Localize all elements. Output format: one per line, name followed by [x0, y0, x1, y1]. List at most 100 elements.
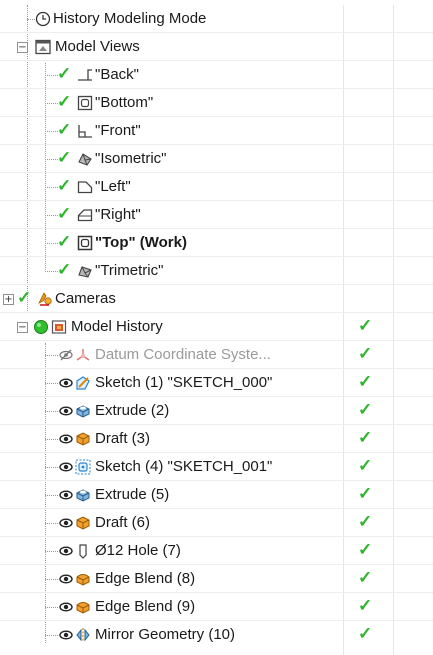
sketch-icon: [75, 375, 91, 391]
tree-label: "Right": [95, 206, 141, 223]
tree-label: Model History: [71, 318, 163, 335]
up-to-date-check-icon: ✓: [358, 400, 373, 419]
tree-row-feature-datum[interactable]: Datum Coordinate Syste... ✓: [0, 341, 433, 369]
draft-icon: [75, 515, 91, 531]
up-to-date-check-icon: ✓: [358, 512, 373, 531]
tree-row-model-history[interactable]: − Model History ✓: [0, 313, 433, 341]
edge-blend-icon: [75, 599, 91, 615]
tree-row-view-right[interactable]: ✓ "Right": [0, 201, 433, 229]
check-icon[interactable]: ✓: [57, 205, 71, 223]
up-to-date-check-icon: ✓: [358, 428, 373, 447]
expand-toggle[interactable]: +: [3, 294, 14, 305]
tree-label: Edge Blend (8): [95, 570, 196, 587]
green-status-icon: [33, 319, 49, 335]
extrude-icon: [75, 487, 91, 503]
tree-label: History Modeling Mode: [53, 10, 207, 27]
tree-connector: [45, 411, 58, 412]
check-icon[interactable]: ✓: [57, 149, 71, 167]
tree-row-feature-draft-6[interactable]: Draft (6) ✓: [0, 509, 433, 537]
up-to-date-check-icon: ✓: [358, 540, 373, 559]
tree-connector: [45, 383, 58, 384]
check-icon[interactable]: ✓: [57, 261, 71, 279]
view-back-icon: [77, 67, 93, 83]
tree-row-feature-draft-3[interactable]: Draft (3) ✓: [0, 425, 433, 453]
eye-icon[interactable]: [59, 627, 73, 643]
tree-label: "Front": [95, 122, 141, 139]
tree-row-feature-edge-blend-8[interactable]: Edge Blend (8) ✓: [0, 565, 433, 593]
tree-row-feature-sketch-1[interactable]: Sketch (1) "SKETCH_000" ✓: [0, 369, 433, 397]
check-icon[interactable]: ✓: [17, 289, 31, 307]
model-views-icon: [35, 39, 51, 55]
tree-row-view-back[interactable]: ✓ "Back": [0, 61, 433, 89]
tree-row-feature-edge-blend-9[interactable]: Edge Blend (9) ✓: [0, 593, 433, 621]
eye-icon[interactable]: [59, 571, 73, 587]
collapse-toggle[interactable]: −: [17, 322, 28, 333]
view-isometric-icon: [77, 151, 93, 167]
edge-blend-icon: [75, 571, 91, 587]
up-to-date-check-icon: ✓: [358, 456, 373, 475]
tree-label: "Trimetric": [95, 262, 164, 279]
tree-row-model-views[interactable]: − Model Views: [0, 33, 433, 61]
tree-row-view-isometric[interactable]: ✓ "Isometric": [0, 145, 433, 173]
tree-connector: [45, 607, 58, 608]
tree-label: Model Views: [55, 38, 140, 55]
tree-connector: [45, 579, 58, 580]
eye-icon[interactable]: [59, 599, 73, 615]
tree-label: Mirror Geometry (10): [95, 626, 236, 643]
up-to-date-check-icon: ✓: [358, 344, 373, 363]
datum-csys-icon: [75, 347, 91, 363]
tree-row-feature-extrude-5[interactable]: Extrude (5) ✓: [0, 481, 433, 509]
tree-row-view-bottom[interactable]: ✓ "Bottom": [0, 89, 433, 117]
tree-row-cameras[interactable]: + ✓ Cameras: [0, 285, 433, 313]
eye-icon[interactable]: [59, 431, 73, 447]
eye-icon[interactable]: [59, 375, 73, 391]
check-icon[interactable]: ✓: [57, 65, 71, 83]
check-icon[interactable]: ✓: [57, 177, 71, 195]
tree-row-history-mode[interactable]: History Modeling Mode: [0, 5, 433, 33]
up-to-date-check-icon: ✓: [358, 316, 373, 335]
hidden-eye-icon[interactable]: [59, 347, 73, 363]
tree-row-view-top[interactable]: ✓ "Top" (Work): [0, 229, 433, 257]
part-navigator-tree: History Modeling Mode − Model Views ✓ "B…: [0, 5, 433, 655]
mirror-geometry-icon: [75, 627, 91, 643]
eye-icon[interactable]: [59, 543, 73, 559]
tree-row-view-trimetric[interactable]: ✓ "Trimetric": [0, 257, 433, 285]
view-right-icon: [77, 207, 93, 223]
eye-icon[interactable]: [59, 403, 73, 419]
tree-row-view-front[interactable]: ✓ "Front": [0, 117, 433, 145]
tree-connector: [45, 355, 58, 356]
camera-icon: [37, 291, 53, 307]
tree-label: Sketch (4) "SKETCH_001": [95, 458, 273, 475]
tree-label: Draft (3): [95, 430, 151, 447]
tree-row-feature-extrude-2[interactable]: Extrude (2) ✓: [0, 397, 433, 425]
tree-connector: [45, 551, 58, 552]
view-top-icon: [77, 235, 93, 251]
tree-label: Datum Coordinate Syste...: [95, 346, 271, 363]
tree-row-feature-hole-7[interactable]: Ø12 Hole (7) ✓: [0, 537, 433, 565]
tree-label: Cameras: [55, 290, 116, 307]
check-icon[interactable]: ✓: [57, 233, 71, 251]
check-icon[interactable]: ✓: [57, 121, 71, 139]
tree-label: Extrude (2): [95, 402, 170, 419]
tree-label: "Left": [95, 178, 131, 195]
eye-icon[interactable]: [59, 487, 73, 503]
tree-row-feature-mirror-10[interactable]: Mirror Geometry (10) ✓: [0, 621, 433, 649]
up-to-date-check-icon: ✓: [358, 372, 373, 391]
tree-label: "Back": [95, 66, 139, 83]
eye-icon[interactable]: [59, 459, 73, 475]
up-to-date-check-icon: ✓: [358, 568, 373, 587]
tree-label: Sketch (1) "SKETCH_000": [95, 374, 273, 391]
check-icon[interactable]: ✓: [57, 93, 71, 111]
eye-icon[interactable]: [59, 515, 73, 531]
view-left-icon: [77, 179, 93, 195]
tree-label: Draft (6): [95, 514, 151, 531]
sketch-selected-icon: [75, 459, 91, 475]
clock-icon: [35, 11, 51, 27]
tree-label: "Top" (Work): [95, 234, 187, 251]
draft-icon: [75, 431, 91, 447]
tree-connector: [45, 439, 58, 440]
tree-row-view-left[interactable]: ✓ "Left": [0, 173, 433, 201]
view-trimetric-icon: [77, 263, 93, 279]
tree-row-feature-sketch-4[interactable]: Sketch (4) "SKETCH_001" ✓: [0, 453, 433, 481]
collapse-toggle[interactable]: −: [17, 42, 28, 53]
